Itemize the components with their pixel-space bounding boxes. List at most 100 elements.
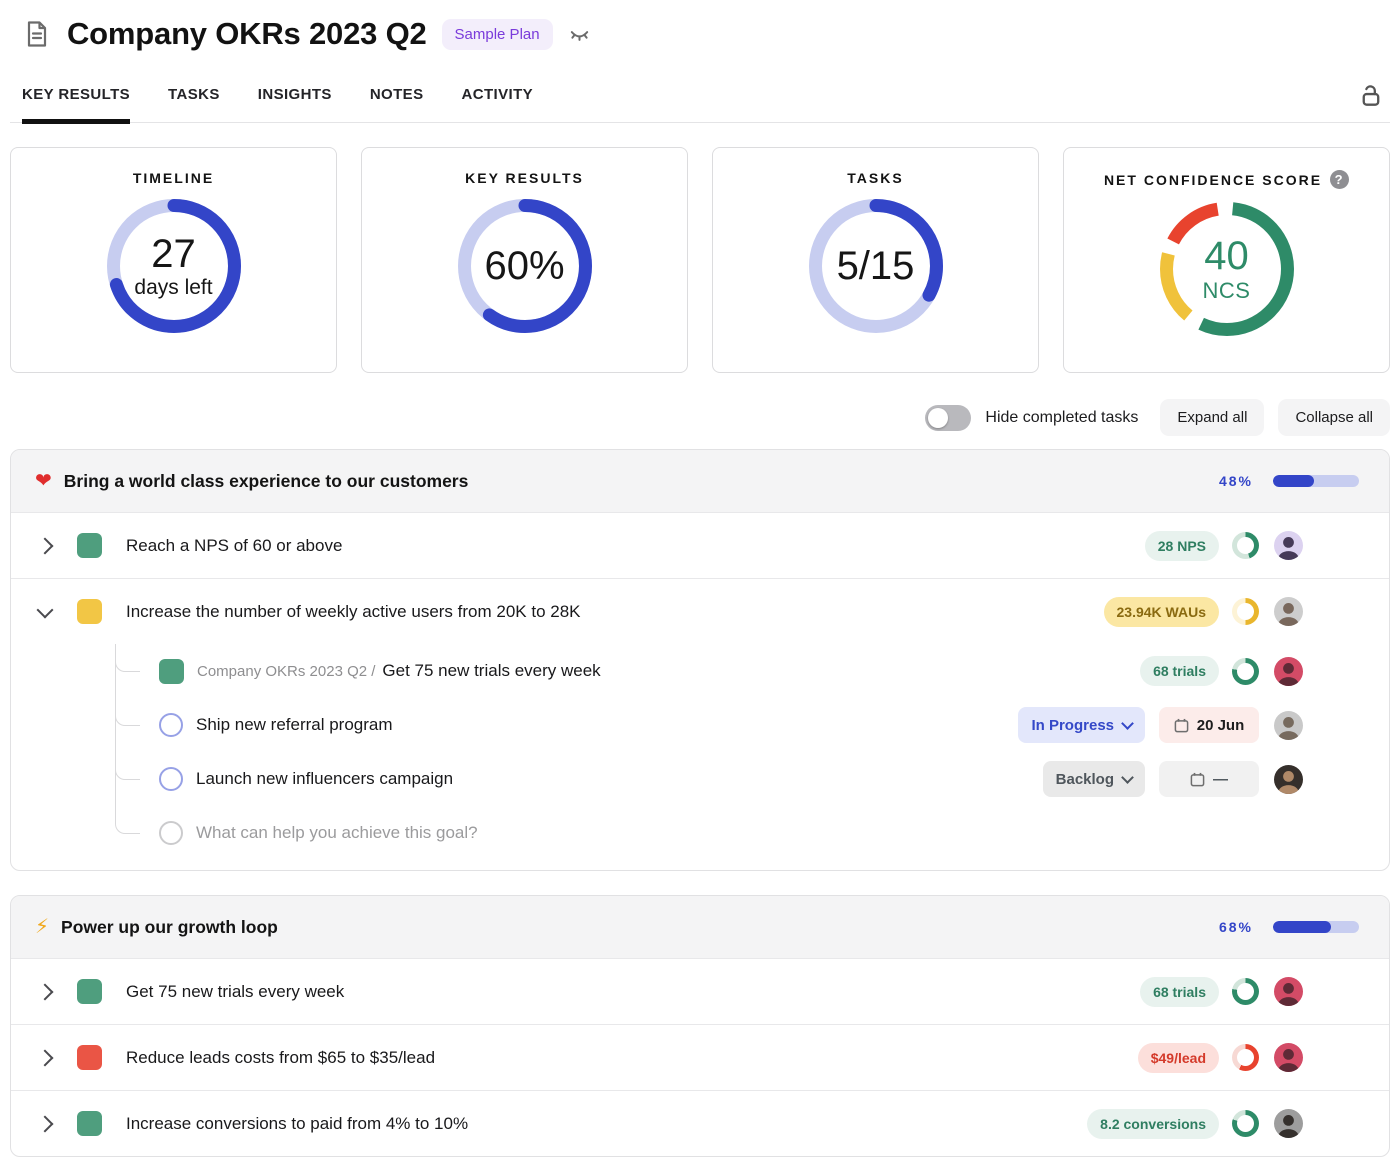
- breadcrumb[interactable]: Company OKRs 2023 Q2 /: [197, 663, 375, 680]
- timeline-card-title: TIMELINE: [11, 170, 336, 186]
- key-result-row[interactable]: Reduce leads costs from $65 to $35/lead …: [11, 1024, 1389, 1090]
- status-square[interactable]: [77, 1045, 102, 1070]
- objective-header[interactable]: ❤ Bring a world class experience to our …: [11, 450, 1389, 512]
- objective-title: Bring a world class experience to our cu…: [64, 471, 1219, 492]
- assignee-avatar[interactable]: [1274, 597, 1303, 626]
- task-row[interactable]: Launch new influencers campaign Backlog …: [11, 752, 1389, 806]
- new-task-placeholder-row[interactable]: What can help you achieve this goal?: [11, 806, 1389, 860]
- hide-completed-toggle[interactable]: [925, 405, 971, 431]
- due-date-chip[interactable]: 20 Jun: [1159, 707, 1259, 743]
- tab-insights[interactable]: INSIGHTS: [258, 80, 332, 122]
- objective-progress-bar: [1273, 921, 1359, 933]
- tab-bar: KEY RESULTS TASKS INSIGHTS NOTES ACTIVIT…: [10, 80, 1390, 123]
- sample-plan-badge: Sample Plan: [442, 19, 553, 50]
- assignee-avatar[interactable]: [1274, 657, 1303, 686]
- progress-donut: [1232, 1110, 1259, 1137]
- timeline-ring: 27 days left: [107, 199, 241, 333]
- new-task-placeholder[interactable]: What can help you achieve this goal?: [196, 823, 478, 843]
- tasks-card: TASKS 5/15: [712, 147, 1039, 373]
- chevron-right-icon[interactable]: [37, 983, 54, 1000]
- key-result-row[interactable]: Increase the number of weekly active use…: [11, 578, 1389, 644]
- task-checkbox[interactable]: [159, 767, 183, 791]
- linked-key-result-row[interactable]: Company OKRs 2023 Q2 / Get 75 new trials…: [11, 644, 1389, 698]
- key-results-value: 60%: [484, 245, 564, 287]
- objective-header[interactable]: ⚡ Power up our growth loop 68%: [11, 896, 1389, 958]
- status-label: In Progress: [1031, 717, 1114, 734]
- progress-donut: [1232, 532, 1259, 559]
- due-date-label: 20 Jun: [1197, 717, 1245, 734]
- collapse-all-button[interactable]: Collapse all: [1278, 399, 1390, 436]
- ncs-value: 40: [1204, 235, 1249, 277]
- chevron-right-icon[interactable]: [37, 1115, 54, 1132]
- status-dropdown[interactable]: Backlog: [1043, 761, 1145, 797]
- metric-badge[interactable]: 28 NPS: [1145, 531, 1219, 561]
- hide-completed-label: Hide completed tasks: [985, 409, 1138, 427]
- key-result-title: Reduce leads costs from $65 to $35/lead: [126, 1048, 1138, 1068]
- key-results-card-title: KEY RESULTS: [362, 170, 687, 186]
- key-results-card: KEY RESULTS 60%: [361, 147, 688, 373]
- expand-all-button[interactable]: Expand all: [1160, 399, 1264, 436]
- status-dropdown[interactable]: In Progress: [1018, 707, 1145, 743]
- assignee-avatar[interactable]: [1274, 1109, 1303, 1138]
- okr-page: Company OKRs 2023 Q2 Sample Plan KEY RES…: [0, 0, 1400, 1160]
- tasks-ring: 5/15: [809, 199, 943, 333]
- progress-donut: [1232, 1044, 1259, 1071]
- status-square[interactable]: [77, 1111, 102, 1136]
- chevron-right-icon[interactable]: [37, 537, 54, 554]
- document-icon: [22, 19, 52, 49]
- key-result-row[interactable]: Reach a NPS of 60 or above 28 NPS: [11, 512, 1389, 578]
- metric-badge[interactable]: 23.94K WAUs: [1104, 597, 1219, 627]
- tasks-card-title: TASKS: [713, 170, 1038, 186]
- due-date-label: —: [1213, 771, 1228, 788]
- help-icon[interactable]: ?: [1330, 170, 1349, 189]
- tab-tasks[interactable]: TASKS: [168, 80, 220, 122]
- due-date-chip[interactable]: —: [1159, 761, 1259, 797]
- chevron-down-icon: [1121, 717, 1134, 730]
- objective-title: Power up our growth loop: [61, 917, 1219, 938]
- ncs-ring: 40 NCS: [1160, 202, 1294, 336]
- objective-panel-2: ⚡ Power up our growth loop 68% Get 75 ne…: [10, 895, 1390, 1157]
- key-result-title: Increase the number of weekly active use…: [126, 602, 1104, 622]
- stats-row: TIMELINE 27 days left KEY RESULTS 60% TA…: [10, 147, 1390, 373]
- status-square[interactable]: [159, 659, 184, 684]
- tab-notes[interactable]: NOTES: [370, 80, 424, 122]
- metric-badge[interactable]: $49/lead: [1138, 1043, 1219, 1073]
- assignee-avatar[interactable]: [1274, 1043, 1303, 1072]
- task-checkbox[interactable]: [159, 713, 183, 737]
- assignee-avatar[interactable]: [1274, 977, 1303, 1006]
- objective-panel-1: ❤ Bring a world class experience to our …: [10, 449, 1390, 871]
- metric-badge[interactable]: 68 trials: [1140, 656, 1219, 686]
- key-results-ring: 60%: [458, 199, 592, 333]
- chevron-right-icon[interactable]: [37, 1049, 54, 1066]
- chevron-down-icon[interactable]: [37, 601, 54, 618]
- tab-activity[interactable]: ACTIVITY: [462, 80, 534, 122]
- eye-closed-icon[interactable]: [568, 23, 591, 46]
- key-result-row[interactable]: Increase conversions to paid from 4% to …: [11, 1090, 1389, 1156]
- tasks-value: 5/15: [837, 245, 915, 287]
- status-label: Backlog: [1056, 771, 1114, 788]
- lightning-emoji-icon: ⚡: [35, 917, 49, 937]
- subtask-title: Get 75 new trials every week: [382, 661, 600, 681]
- tab-key-results[interactable]: KEY RESULTS: [22, 80, 130, 122]
- objective-progress-fill: [1273, 475, 1314, 487]
- status-square[interactable]: [77, 979, 102, 1004]
- key-result-row[interactable]: Get 75 new trials every week 68 trials: [11, 958, 1389, 1024]
- assignee-avatar[interactable]: [1274, 765, 1303, 794]
- status-square[interactable]: [77, 599, 102, 624]
- status-square[interactable]: [77, 533, 102, 558]
- page-title: Company OKRs 2023 Q2: [67, 16, 427, 52]
- assignee-avatar[interactable]: [1274, 711, 1303, 740]
- unlock-icon[interactable]: [1357, 82, 1384, 114]
- key-result-title: Increase conversions to paid from 4% to …: [126, 1114, 1087, 1134]
- task-title: Ship new referral program: [196, 715, 393, 735]
- metric-badge[interactable]: 8.2 conversions: [1087, 1109, 1219, 1139]
- objective-progress-bar: [1273, 475, 1359, 487]
- objective-progress-percent: 48%: [1219, 473, 1253, 489]
- ncs-caption: NCS: [1203, 279, 1251, 302]
- metric-badge[interactable]: 68 trials: [1140, 977, 1219, 1007]
- task-row[interactable]: Ship new referral program In Progress 20…: [11, 698, 1389, 752]
- assignee-avatar[interactable]: [1274, 531, 1303, 560]
- ncs-card: NET CONFIDENCE SCORE ? 40 NCS: [1063, 147, 1390, 373]
- objective-progress-fill: [1273, 921, 1331, 933]
- calendar-icon: [1174, 718, 1189, 733]
